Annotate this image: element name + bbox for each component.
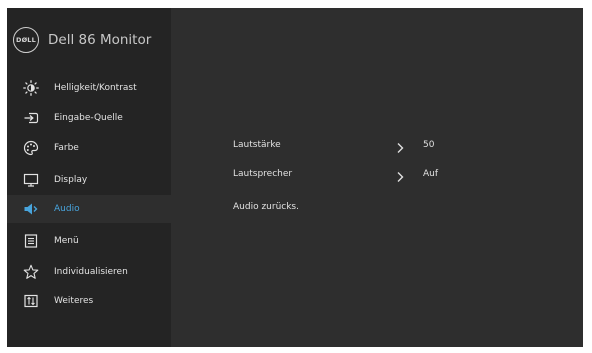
sidebar-item-personalize[interactable]: Individualisieren [7,258,171,286]
sidebar-item-others[interactable]: Weiteres [7,287,171,315]
sidebar-item-input-source[interactable]: Eingabe-Quelle [7,104,171,132]
others-icon [23,293,39,309]
sidebar-item-audio[interactable]: Audio [7,195,171,223]
color-palette-icon [23,140,39,156]
menu-icon [23,233,39,249]
sidebar-item-label: Display [54,175,88,185]
brightness-icon [23,80,39,96]
volume-setting-row[interactable]: Lautstärke 50 [233,135,533,155]
audio-reset-row[interactable]: Audio zurücks. [233,197,533,217]
sidebar-item-label: Audio [54,204,80,214]
monitor-title: Dell 86 Monitor [48,32,152,48]
sidebar-item-menu[interactable]: Menü [7,227,171,255]
sidebar-item-label: Helligkeit/Kontrast [54,83,137,93]
sidebar-item-label: Menü [54,236,79,246]
sidebar-item-label: Individualisieren [54,267,128,277]
input-source-icon [23,110,39,126]
monitor-osd: DØLL Dell 86 Monitor Helligkeit/Kontrast… [7,8,583,347]
speaker-label: Lautsprecher [233,169,293,179]
display-icon [23,172,39,188]
star-icon [23,264,39,280]
sidebar: DØLL Dell 86 Monitor Helligkeit/Kontrast… [7,8,171,347]
dell-logo: DØLL [13,27,39,53]
volume-label: Lautstärke [233,140,281,150]
volume-value: 50 [423,140,435,150]
sidebar-item-label: Weiteres [54,296,94,306]
brand-header: DØLL Dell 86 Monitor [13,26,151,54]
sidebar-item-color[interactable]: Farbe [7,134,171,162]
chevron-right-icon [395,168,405,182]
sidebar-item-brightness-contrast[interactable]: Helligkeit/Kontrast [7,74,171,102]
speaker-value: Auf [423,169,439,179]
audio-reset-label: Audio zurücks. [233,202,299,212]
sidebar-item-display[interactable]: Display [7,166,171,194]
chevron-right-icon [395,139,405,153]
speaker-icon [23,201,39,217]
sidebar-item-label: Eingabe-Quelle [54,113,123,123]
speaker-setting-row[interactable]: Lautsprecher Auf [233,164,533,184]
sidebar-item-label: Farbe [54,143,79,153]
